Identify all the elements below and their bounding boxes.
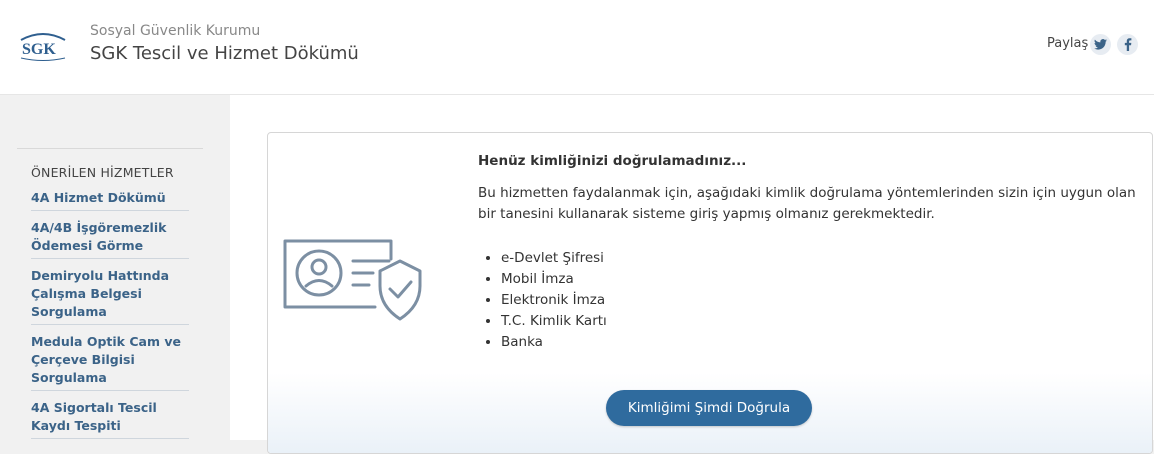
- sgk-logo[interactable]: SGK: [18, 30, 68, 62]
- verification-heading: Henüz kimliğinizi doğrulamadınız...: [478, 153, 747, 169]
- facebook-share-button[interactable]: [1117, 34, 1138, 55]
- org-name: Sosyal Güvenlik Kurumu: [90, 23, 261, 39]
- sidebar-item-demiryolu-calisma-belgesi[interactable]: Demiryolu Hattında Çalışma Belgesi Sorgu…: [31, 266, 189, 325]
- method-mobil-imza: Mobil İmza: [501, 269, 607, 290]
- sidebar-divider: [17, 148, 203, 149]
- share-label: Paylaş: [1047, 36, 1089, 51]
- app-title: SGK Tescil ve Hizmet Dökümü: [90, 43, 359, 64]
- sidebar-item-4a-hizmet-dokumu[interactable]: 4A Hizmet Dökümü: [31, 188, 189, 211]
- twitter-icon: [1094, 39, 1107, 50]
- facebook-icon: [1124, 38, 1131, 51]
- method-kimlik-karti: T.C. Kimlik Kartı: [501, 311, 607, 332]
- method-edevlet: e-Devlet Şifresi: [501, 248, 607, 269]
- page-header: SGK Sosyal Güvenlik Kurumu SGK Tescil ve…: [0, 0, 1154, 95]
- verification-methods-list: e-Devlet Şifresi Mobil İmza Elektronik İ…: [481, 248, 607, 353]
- verify-identity-button[interactable]: Kimliğimi Şimdi Doğrula: [606, 390, 812, 426]
- verification-card: Henüz kimliğinizi doğrulamadınız... Bu h…: [267, 132, 1153, 454]
- sidebar-item-sigortali-tescil[interactable]: 4A Sigortalı Tescil Kaydı Tespiti: [31, 398, 189, 439]
- sidebar: ÖNERİLEN HİZMETLER 4A Hizmet Dökümü 4A/4…: [0, 95, 230, 440]
- sidebar-heading: ÖNERİLEN HİZMETLER: [31, 165, 174, 180]
- method-banka: Banka: [501, 332, 607, 353]
- verification-description: Bu hizmetten faydalanmak için, aşağıdaki…: [478, 185, 1136, 222]
- sidebar-item-isgoremezlik-odemesi[interactable]: 4A/4B İşgöremezlik Ödemesi Görme: [31, 218, 189, 259]
- recommended-services-list: 4A Hizmet Dökümü 4A/4B İşgöremezlik Ödem…: [31, 188, 189, 446]
- twitter-share-button[interactable]: [1090, 34, 1111, 55]
- main-content: Henüz kimliğinizi doğrulamadınız... Bu h…: [230, 95, 1154, 454]
- sidebar-item-medula-optik[interactable]: Medula Optik Cam ve Çerçeve Bilgisi Sorg…: [31, 332, 189, 391]
- id-card-shield-icon: [283, 239, 422, 321]
- logo-text: SGK: [22, 41, 56, 58]
- method-elektronik-imza: Elektronik İmza: [501, 290, 607, 311]
